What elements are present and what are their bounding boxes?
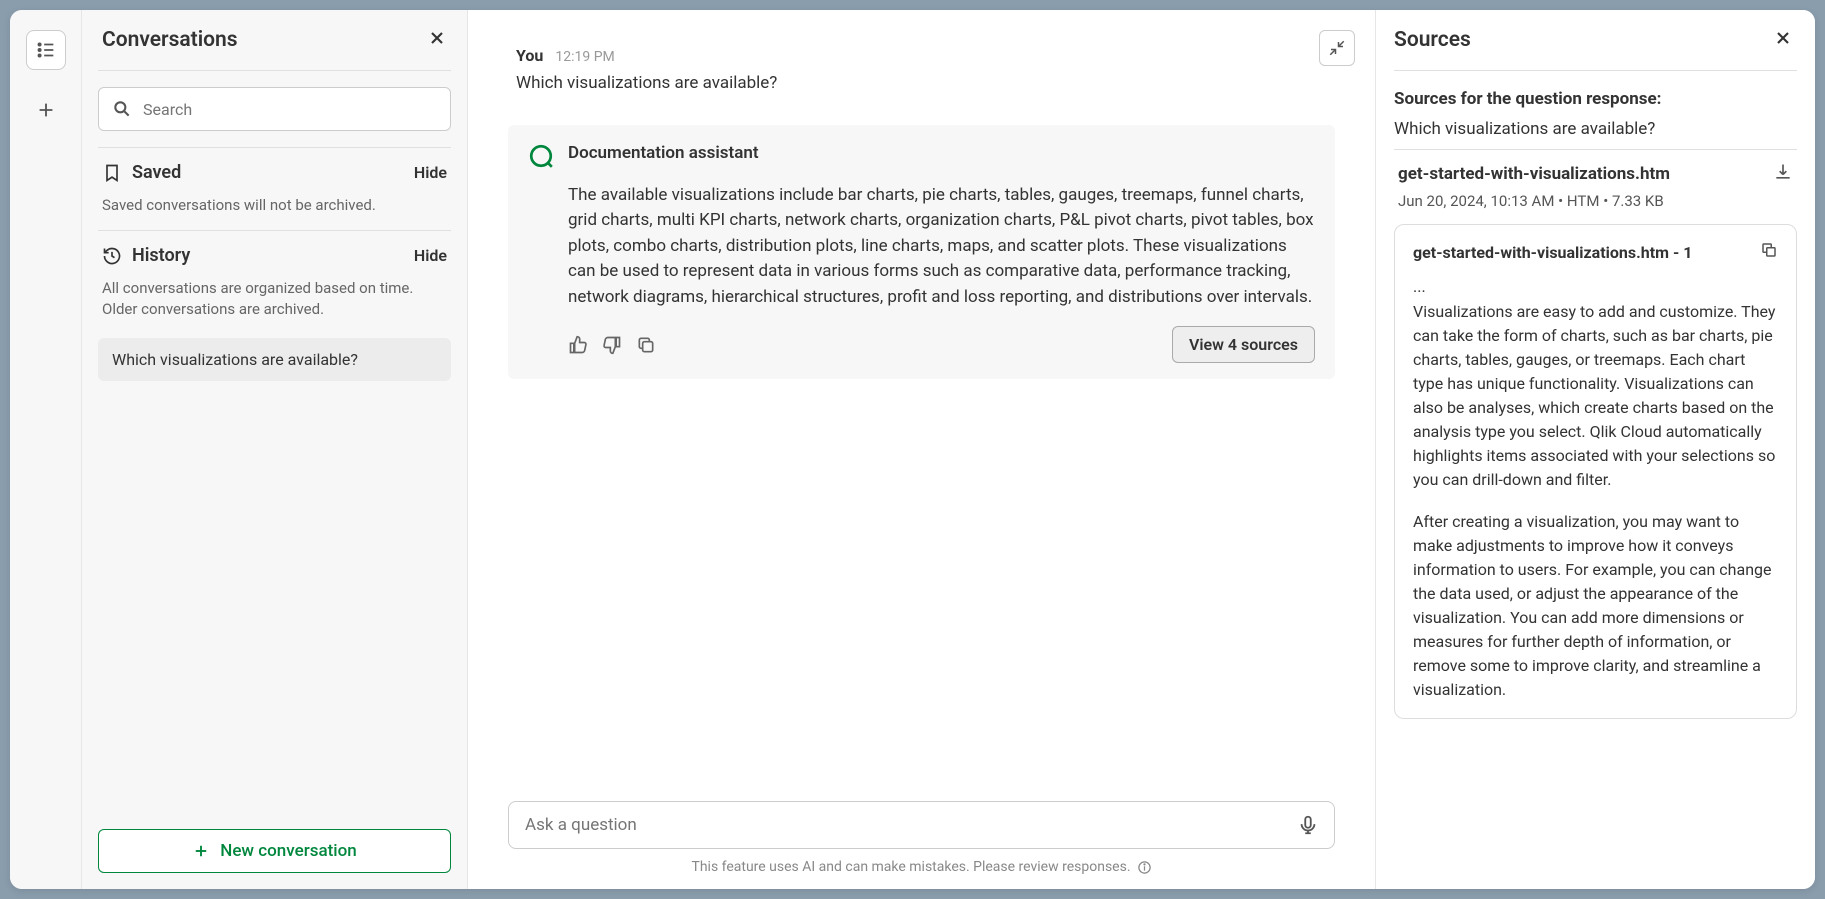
assistant-message: Documentation assistant The available vi… xyxy=(508,125,1335,380)
history-label: History xyxy=(132,245,190,266)
new-rail-button[interactable] xyxy=(26,90,66,130)
chunk-ellipsis: ... xyxy=(1413,277,1778,296)
close-sources-button[interactable] xyxy=(1773,28,1793,52)
info-icon xyxy=(1137,860,1152,875)
sources-scroll[interactable]: get-started-with-visualizations.htm Jun … xyxy=(1394,150,1805,889)
thumbs-up-icon xyxy=(568,335,588,355)
sources-question: Which visualizations are available? xyxy=(1394,119,1797,139)
sources-title: Sources xyxy=(1394,28,1471,52)
thumbs-down-button[interactable] xyxy=(602,335,622,355)
new-conversation-button[interactable]: New conversation xyxy=(98,829,451,873)
chat-scroll: You 12:19 PM Which visualizations are av… xyxy=(468,10,1375,801)
thumbs-down-icon xyxy=(602,335,622,355)
download-button[interactable] xyxy=(1773,162,1793,186)
source-file-meta: Jun 20, 2024, 10:13 AM • HTM • 7.33 KB xyxy=(1394,192,1797,224)
chunk-paragraph-2: After creating a visualization, you may … xyxy=(1413,510,1778,702)
close-icon xyxy=(1773,28,1793,48)
history-description: All conversations are organized based on… xyxy=(98,274,451,334)
new-conversation-label: New conversation xyxy=(220,841,356,861)
plus-icon xyxy=(35,99,57,121)
collapse-button[interactable] xyxy=(1319,30,1355,66)
expand-chunk-button[interactable] xyxy=(1760,241,1778,263)
chat-panel: You 12:19 PM Which visualizations are av… xyxy=(468,10,1375,889)
plus-icon xyxy=(192,842,210,860)
expand-icon xyxy=(1760,241,1778,259)
close-icon xyxy=(427,28,447,48)
history-item[interactable]: Which visualizations are available? xyxy=(98,338,451,381)
history-icon xyxy=(102,246,122,266)
thumbs-up-button[interactable] xyxy=(568,335,588,355)
chunk-paragraph-1: Visualizations are easy to add and custo… xyxy=(1413,300,1778,492)
sources-panel: Sources Sources for the question respons… xyxy=(1375,10,1815,889)
assistant-avatar xyxy=(528,143,554,169)
source-file-name: get-started-with-visualizations.htm xyxy=(1398,164,1670,184)
copy-button[interactable] xyxy=(636,335,656,355)
disclaimer-text: This feature uses AI and can make mistak… xyxy=(691,859,1130,875)
input-area: This feature uses AI and can make mistak… xyxy=(468,801,1375,889)
assistant-logo-icon xyxy=(528,143,554,169)
sources-sub-label: Sources for the question response: xyxy=(1394,89,1797,109)
saved-label: Saved xyxy=(132,162,181,183)
list-icon xyxy=(35,39,57,61)
disclaimer: This feature uses AI and can make mistak… xyxy=(508,859,1335,875)
view-sources-button[interactable]: View 4 sources xyxy=(1172,326,1315,363)
sidebar-title: Conversations xyxy=(102,28,238,52)
source-chunk: get-started-with-visualizations.htm - 1 … xyxy=(1394,224,1797,719)
search-icon xyxy=(112,99,132,119)
search-wrap xyxy=(98,87,451,131)
saved-description: Saved conversations will not be archived… xyxy=(98,191,451,230)
saved-hide-button[interactable]: Hide xyxy=(414,163,447,182)
user-author-label: You xyxy=(516,46,543,65)
ask-input[interactable] xyxy=(508,801,1335,849)
user-message-text: Which visualizations are available? xyxy=(516,71,1327,97)
close-sidebar-button[interactable] xyxy=(427,28,447,52)
chunk-title: get-started-with-visualizations.htm - 1 xyxy=(1413,243,1692,262)
download-icon xyxy=(1773,162,1793,182)
copy-icon xyxy=(636,335,656,355)
bookmark-icon xyxy=(102,163,122,183)
microphone-icon[interactable] xyxy=(1297,814,1319,836)
conversations-sidebar: Conversations Saved Hide Saved conversat… xyxy=(82,10,468,889)
conversations-rail-button[interactable] xyxy=(26,30,66,70)
history-hide-button[interactable]: Hide xyxy=(414,246,447,265)
user-timestamp: 12:19 PM xyxy=(555,49,614,65)
search-input[interactable] xyxy=(98,87,451,131)
collapse-icon xyxy=(1328,39,1346,57)
assistant-label: Documentation assistant xyxy=(568,143,1315,163)
nav-rail xyxy=(10,10,82,889)
assistant-message-text: The available visualizations include bar… xyxy=(568,183,1315,311)
app-window: Conversations Saved Hide Saved conversat… xyxy=(10,10,1815,889)
user-message: You 12:19 PM Which visualizations are av… xyxy=(508,46,1335,115)
